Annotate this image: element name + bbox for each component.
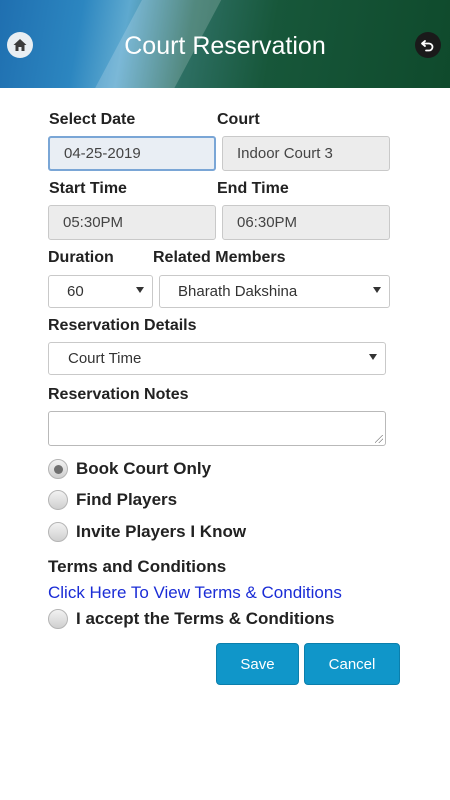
radio-button[interactable] xyxy=(48,522,68,542)
select-date-value: 04-25-2019 xyxy=(64,145,141,162)
end-time-field[interactable]: 06:30PM xyxy=(222,205,390,240)
related-members-label: Related Members xyxy=(153,249,286,266)
select-date-label: Select Date xyxy=(49,111,136,128)
page-title: Court Reservation xyxy=(124,32,326,60)
radio-button[interactable] xyxy=(48,459,68,479)
related-members-select[interactable]: Bharath Dakshina xyxy=(159,275,390,308)
end-time-label: End Time xyxy=(217,180,289,197)
duration-label: Duration xyxy=(48,249,114,266)
terms-heading: Terms and Conditions xyxy=(48,557,227,576)
option-label: Book Court Only xyxy=(76,459,212,478)
start-time-value: 05:30PM xyxy=(63,214,124,231)
radio-selected-dot xyxy=(53,464,63,474)
option-label: Find Players xyxy=(76,490,178,509)
radio-button[interactable] xyxy=(48,490,68,510)
option-label: Invite Players I Know xyxy=(76,522,247,541)
reservation-notes-input[interactable] xyxy=(48,411,386,446)
duration-select[interactable]: 60 xyxy=(48,275,153,308)
chevron-down-icon xyxy=(369,354,377,360)
terms-link[interactable]: Click Here To View Terms & Conditions xyxy=(48,583,342,603)
reservation-details-label: Reservation Details xyxy=(48,317,197,334)
end-time-value: 06:30PM xyxy=(237,214,298,231)
reservation-details-select[interactable]: Court Time xyxy=(48,342,386,375)
app-header: Court Reservation xyxy=(0,0,450,88)
accept-terms-option[interactable]: I accept the Terms & Conditions xyxy=(48,608,335,630)
court-label: Court xyxy=(217,111,260,128)
related-members-value: Bharath Dakshina xyxy=(178,283,298,300)
select-date-field[interactable]: 04-25-2019 xyxy=(48,136,216,171)
resize-grip-icon[interactable] xyxy=(375,435,383,443)
save-button[interactable]: Save xyxy=(216,643,299,685)
duration-value: 60 xyxy=(67,283,84,300)
court-field[interactable]: Indoor Court 3 xyxy=(222,136,390,171)
reservation-details-value: Court Time xyxy=(68,350,142,367)
accept-terms-label: I accept the Terms & Conditions xyxy=(76,609,335,628)
option-find-players[interactable]: Find Players xyxy=(48,489,177,511)
radio-button[interactable] xyxy=(48,609,68,629)
start-time-label: Start Time xyxy=(49,180,127,197)
start-time-field[interactable]: 05:30PM xyxy=(48,205,216,240)
court-value: Indoor Court 3 xyxy=(237,145,333,162)
cancel-button[interactable]: Cancel xyxy=(304,643,400,685)
chevron-down-icon xyxy=(373,287,381,293)
back-button[interactable] xyxy=(415,32,441,58)
option-book-court-only[interactable]: Book Court Only xyxy=(48,458,211,480)
reservation-notes-label: Reservation Notes xyxy=(48,386,189,403)
undo-icon xyxy=(421,40,434,52)
option-invite-players[interactable]: Invite Players I Know xyxy=(48,521,246,543)
chevron-down-icon xyxy=(136,287,144,293)
